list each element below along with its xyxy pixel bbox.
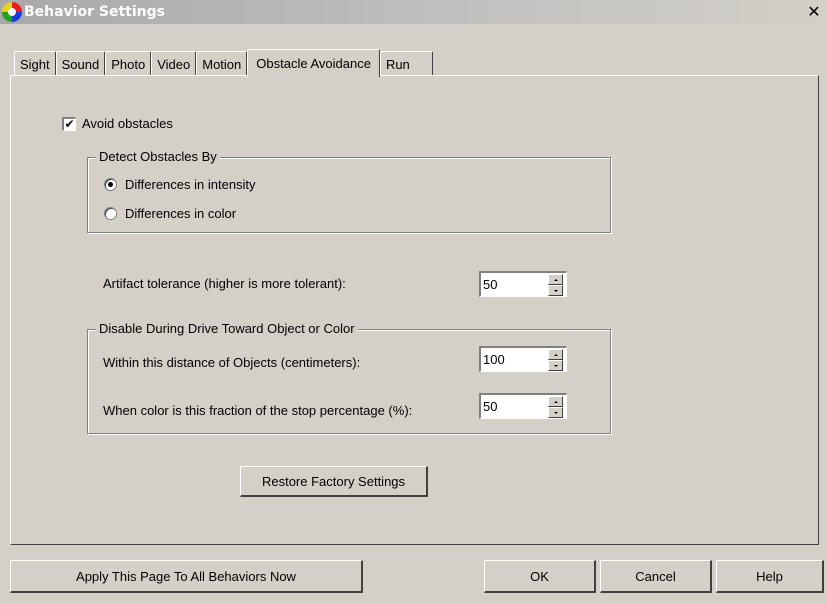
tab-run[interactable]: Run bbox=[379, 51, 433, 76]
detect-obstacles-group: Detect Obstacles By bbox=[87, 149, 611, 233]
tab-sight[interactable]: Sight bbox=[14, 51, 56, 76]
spin-up-button[interactable] bbox=[548, 349, 563, 360]
artifact-tolerance-spin-buttons bbox=[548, 274, 563, 296]
spin-down-button[interactable] bbox=[548, 360, 563, 371]
avoid-obstacles-checkbox[interactable]: ✔ bbox=[62, 116, 76, 131]
spin-down-button[interactable] bbox=[548, 285, 563, 296]
spin-up-button[interactable] bbox=[548, 274, 563, 285]
artifact-tolerance-label: Artifact tolerance (higher is more toler… bbox=[103, 276, 346, 291]
apply-to-all-behaviors-button[interactable]: Apply This Page To All Behaviors Now bbox=[10, 560, 363, 593]
cancel-button[interactable]: Cancel bbox=[600, 560, 712, 593]
window-title: Behavior Settings bbox=[24, 4, 165, 20]
radio-intensity-option[interactable]: Differences in intensity bbox=[104, 177, 256, 192]
tab-obstacle-avoidance[interactable]: Obstacle Avoidance bbox=[247, 49, 380, 77]
arrow-up-icon bbox=[553, 353, 558, 356]
distance-spin-buttons bbox=[548, 349, 563, 371]
tab-sound[interactable]: Sound bbox=[55, 51, 106, 76]
tab-strip: Sight Sound Photo Video Motion Obstacle … bbox=[14, 49, 433, 77]
ok-button[interactable]: OK bbox=[484, 560, 596, 593]
avoid-obstacles-option[interactable]: ✔ Avoid obstacles bbox=[62, 116, 173, 131]
spin-down-button[interactable] bbox=[548, 407, 563, 418]
behavior-settings-window: Behavior Settings ✕ Sight Sound Photo Vi… bbox=[0, 0, 827, 604]
arrow-down-icon bbox=[553, 364, 558, 367]
spin-up-button[interactable] bbox=[548, 396, 563, 407]
checkmark-icon: ✔ bbox=[64, 117, 75, 131]
arrow-up-icon bbox=[553, 400, 558, 403]
distance-spinner[interactable]: 100 bbox=[479, 346, 567, 374]
title-bar[interactable]: Behavior Settings ✕ bbox=[0, 0, 827, 24]
fraction-label: When color is this fraction of the stop … bbox=[103, 403, 413, 418]
restore-factory-settings-button[interactable]: Restore Factory Settings bbox=[240, 466, 428, 497]
avoid-obstacles-label: Avoid obstacles bbox=[82, 116, 173, 131]
arrow-up-icon bbox=[553, 278, 558, 281]
help-button[interactable]: Help bbox=[716, 560, 824, 593]
radio-intensity-label: Differences in intensity bbox=[125, 177, 256, 192]
close-button[interactable]: ✕ bbox=[805, 2, 823, 21]
arrow-down-icon bbox=[553, 411, 558, 414]
radio-color[interactable] bbox=[104, 207, 117, 220]
detect-obstacles-group-title: Detect Obstacles By bbox=[96, 149, 220, 164]
radio-intensity[interactable] bbox=[104, 178, 117, 191]
radio-color-label: Differences in color bbox=[125, 206, 237, 221]
tab-video[interactable]: Video bbox=[151, 51, 197, 76]
fraction-spin-buttons bbox=[548, 396, 563, 418]
tab-photo[interactable]: Photo bbox=[105, 51, 152, 76]
app-logo-icon bbox=[2, 2, 22, 22]
tab-motion[interactable]: Motion bbox=[196, 51, 248, 76]
arrow-down-icon bbox=[553, 289, 558, 292]
radio-color-option[interactable]: Differences in color bbox=[104, 206, 236, 221]
artifact-tolerance-spinner[interactable]: 50 bbox=[479, 271, 567, 299]
disable-during-drive-group-title: Disable During Drive Toward Object or Co… bbox=[96, 321, 358, 336]
distance-label: Within this distance of Objects (centime… bbox=[103, 355, 361, 370]
fraction-spinner[interactable]: 50 bbox=[479, 393, 567, 421]
radio-selected-dot bbox=[108, 182, 113, 187]
